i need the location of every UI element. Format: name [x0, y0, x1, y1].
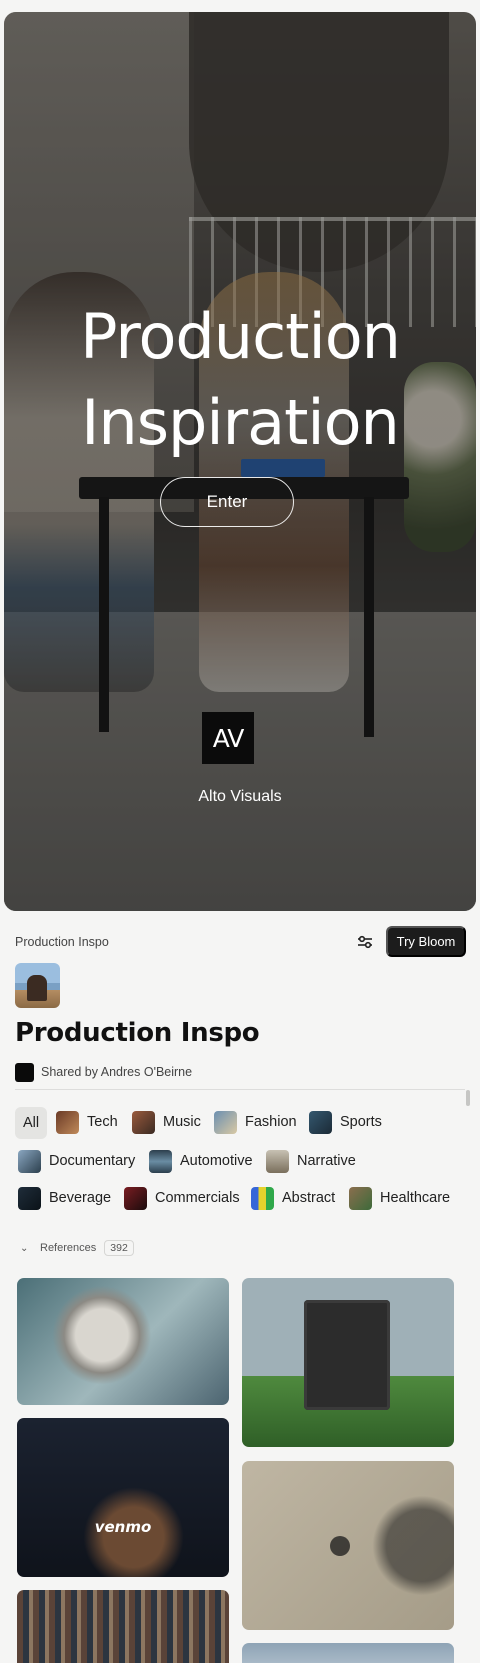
filter-sliders-icon[interactable] — [355, 932, 375, 952]
category-thumbnail — [309, 1110, 332, 1134]
category-thumbnail — [251, 1186, 274, 1210]
category-chip-label: Fashion — [245, 1114, 297, 1130]
category-chip-label: Tech — [87, 1114, 118, 1130]
category-chip-label: Music — [163, 1114, 201, 1130]
media-card[interactable] — [242, 1643, 454, 1663]
ball-shadow — [330, 1536, 350, 1556]
category-thumbnail — [18, 1149, 41, 1173]
category-chip-music[interactable]: Music — [132, 1107, 201, 1137]
breadcrumb[interactable]: Production Inspo — [15, 935, 109, 949]
category-chip-label: Commercials — [155, 1190, 240, 1206]
category-chip-label: Abstract — [282, 1190, 336, 1206]
media-card[interactable] — [17, 1590, 229, 1663]
hero-title: Production Inspiration — [80, 300, 401, 459]
category-chip-automotive[interactable]: Automotive — [149, 1146, 253, 1176]
category-thumbnail — [18, 1186, 41, 1210]
category-thumbnail — [266, 1149, 289, 1173]
page-root: Production Inspiration Enter AV Alto Vis… — [0, 0, 480, 1663]
scrollbar[interactable] — [466, 1090, 470, 1106]
shared-by-text: Shared by Andres O'Beirne — [41, 1065, 193, 1079]
category-chip-narrative[interactable]: Narrative — [266, 1146, 356, 1176]
category-thumbnail — [214, 1110, 237, 1134]
category-chip-label: Narrative — [297, 1153, 356, 1169]
category-chip-tech[interactable]: Tech — [56, 1107, 118, 1137]
chevron-down-icon: ⌄ — [20, 1242, 29, 1254]
category-thumbnail — [149, 1149, 172, 1173]
page-title: Production Inspo — [15, 1018, 260, 1048]
category-chip-abstract[interactable]: Abstract — [251, 1183, 335, 1213]
category-chip-label: Documentary — [49, 1153, 136, 1169]
references-label: References — [40, 1242, 97, 1254]
category-chip-label: Beverage — [49, 1190, 112, 1206]
category-chip-label: All — [23, 1115, 40, 1131]
brand-logo: AV — [202, 712, 254, 764]
avatar — [15, 1063, 34, 1082]
brand-name: Alto Visuals — [198, 788, 282, 805]
category-thumbnail — [132, 1110, 155, 1134]
hero-banner: Production Inspiration Enter AV Alto Vis… — [4, 12, 476, 911]
media-caption: venmo — [94, 1518, 152, 1536]
category-chip-label: Automotive — [180, 1153, 253, 1169]
category-chip-label: Healthcare — [380, 1190, 451, 1206]
category-chip-label: Sports — [340, 1114, 382, 1130]
board-cover-image — [15, 963, 60, 1008]
media-card[interactable]: venmo — [17, 1418, 229, 1577]
category-chip-documentary[interactable]: Documentary — [18, 1146, 135, 1176]
category-thumbnail — [124, 1186, 147, 1210]
media-card[interactable] — [242, 1461, 454, 1630]
try-bloom-button[interactable]: Try Bloom — [386, 926, 466, 957]
speaker-shape — [304, 1300, 390, 1410]
category-thumbnail — [349, 1186, 372, 1210]
divider — [15, 1089, 465, 1090]
category-chip-sports[interactable]: Sports — [309, 1107, 382, 1137]
media-card[interactable] — [242, 1278, 454, 1447]
category-chip-all[interactable]: All — [15, 1107, 48, 1139]
media-card[interactable] — [17, 1278, 229, 1405]
category-chip-fashion[interactable]: Fashion — [214, 1107, 297, 1137]
references-count-badge: 392 — [104, 1240, 134, 1256]
category-chip-commercials[interactable]: Commercials — [124, 1183, 240, 1213]
category-thumbnail — [56, 1110, 79, 1134]
enter-button[interactable]: Enter — [160, 477, 294, 527]
category-chip-beverage[interactable]: Beverage — [18, 1183, 111, 1213]
category-chip-healthcare[interactable]: Healthcare — [349, 1183, 450, 1213]
references-toggle[interactable]: ⌄ References 392 — [20, 1240, 134, 1256]
